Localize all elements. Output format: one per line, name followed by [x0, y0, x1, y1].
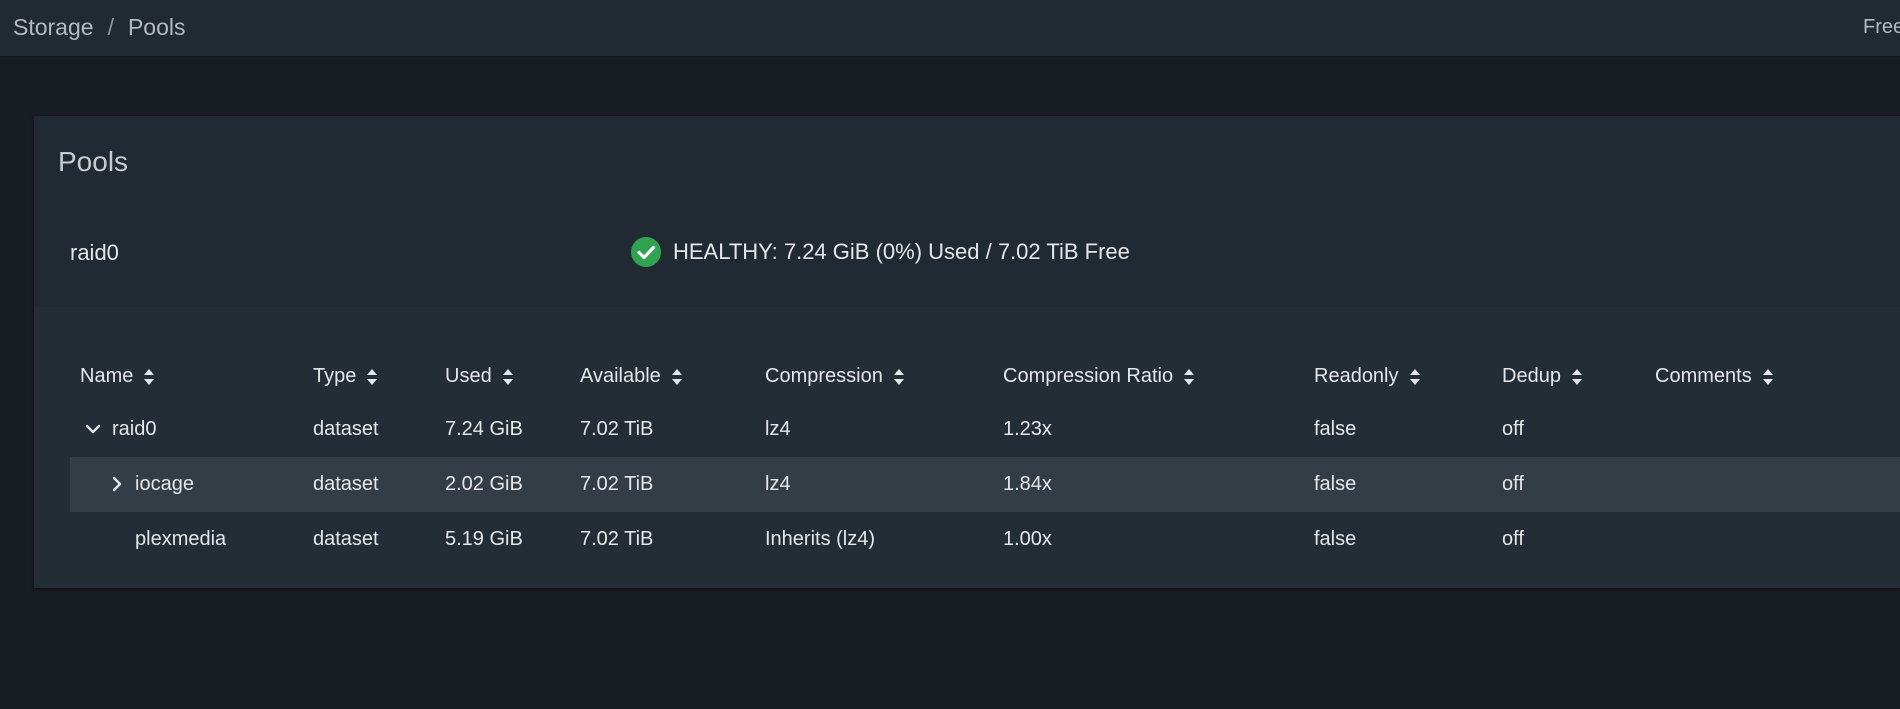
page-title: Pools: [58, 146, 129, 177]
dataset-available: 7.02 TiB: [580, 528, 654, 550]
dataset-name: raid0: [112, 418, 157, 440]
column-header-label: Type: [313, 365, 357, 387]
dataset-readonly: false: [1314, 528, 1357, 550]
column-header-used[interactable]: Used: [445, 365, 514, 388]
dataset-name: iocage: [135, 473, 194, 495]
sort-icon: [1571, 368, 1582, 385]
table-row[interactable]: plexmedia dataset 5.19 GiB 7.02 TiB Inhe…: [70, 512, 1900, 567]
table-row[interactable]: iocage dataset 2.02 GiB 7.02 TiB lz4 1.8…: [70, 457, 1900, 512]
column-header-comments[interactable]: Comments: [1655, 365, 1774, 388]
sort-icon: [144, 368, 155, 385]
pools-card: Pools raid0 HEALTHY: 7.24 GiB (0%) Used …: [34, 116, 1900, 588]
sort-icon: [893, 368, 904, 385]
dataset-type: dataset: [313, 528, 379, 550]
column-header-dedup[interactable]: Dedup: [1502, 365, 1583, 388]
dataset-used: 7.24 GiB: [445, 418, 523, 440]
table-row[interactable]: raid0 dataset 7.24 GiB 7.02 TiB lz4 1.23…: [70, 402, 1900, 457]
dataset-compression-ratio: 1.00x: [1003, 528, 1052, 550]
pool-status-text: HEALTHY: 7.24 GiB (0%) Used / 7.02 TiB F…: [673, 239, 1130, 264]
pool-status: HEALTHY: 7.24 GiB (0%) Used / 7.02 TiB F…: [631, 237, 1130, 267]
column-header-name[interactable]: Name: [80, 365, 155, 388]
column-header-available[interactable]: Available: [580, 365, 683, 388]
dataset-readonly: false: [1314, 473, 1357, 495]
column-header-label: Available: [580, 365, 661, 387]
chevron-right-icon[interactable]: [108, 475, 126, 493]
top-bar: Storage / Pools Free: [0, 0, 1900, 57]
sort-icon: [671, 368, 682, 385]
column-header-type[interactable]: Type: [313, 365, 378, 388]
column-header-label: Dedup: [1502, 365, 1561, 387]
sort-icon: [1409, 368, 1420, 385]
column-header-label: Readonly: [1314, 365, 1399, 387]
dataset-compression: lz4: [765, 418, 791, 440]
dataset-name: plexmedia: [135, 528, 227, 550]
dataset-compression: Inherits (lz4): [765, 528, 876, 550]
dataset-dedup: off: [1502, 473, 1524, 495]
dataset-dedup: off: [1502, 528, 1524, 550]
column-header-compression[interactable]: Compression: [765, 365, 905, 388]
column-header-label: Used: [445, 365, 492, 387]
column-header-label: Comments: [1655, 365, 1752, 387]
breadcrumb: Storage / Pools: [13, 0, 186, 54]
sort-icon: [367, 368, 378, 385]
pool-name: raid0: [70, 240, 119, 265]
column-header-compression-ratio[interactable]: Compression Ratio: [1003, 365, 1195, 388]
chevron-down-icon[interactable]: [84, 420, 102, 438]
dataset-compression: lz4: [765, 473, 791, 495]
breadcrumb-separator: /: [107, 14, 114, 40]
dataset-available: 7.02 TiB: [580, 418, 654, 440]
column-header-label: Name: [80, 365, 134, 387]
dataset-used: 2.02 GiB: [445, 473, 523, 495]
breadcrumb-item-storage[interactable]: Storage: [13, 14, 94, 40]
datasets-table: Name Type Used Available Compression Com…: [34, 307, 1900, 588]
sort-icon: [1762, 368, 1773, 385]
check-circle-icon: [631, 237, 661, 267]
breadcrumb-item-pools[interactable]: Pools: [128, 14, 186, 40]
dataset-type: dataset: [313, 473, 379, 495]
dataset-available: 7.02 TiB: [580, 473, 654, 495]
dataset-dedup: off: [1502, 418, 1524, 440]
dataset-used: 5.19 GiB: [445, 528, 523, 550]
dataset-type: dataset: [313, 418, 379, 440]
dataset-readonly: false: [1314, 418, 1357, 440]
column-header-label: Compression Ratio: [1003, 365, 1174, 387]
top-right-text: Free: [1863, 16, 1900, 38]
dataset-compression-ratio: 1.23x: [1003, 418, 1052, 440]
column-header-label: Compression: [765, 365, 883, 387]
pool-header-row: raid0 HEALTHY: 7.24 GiB (0%) Used / 7.02…: [34, 204, 1900, 307]
sort-icon: [502, 368, 513, 385]
column-header-readonly[interactable]: Readonly: [1314, 365, 1421, 388]
dataset-compression-ratio: 1.84x: [1003, 473, 1052, 495]
sort-icon: [1184, 368, 1195, 385]
